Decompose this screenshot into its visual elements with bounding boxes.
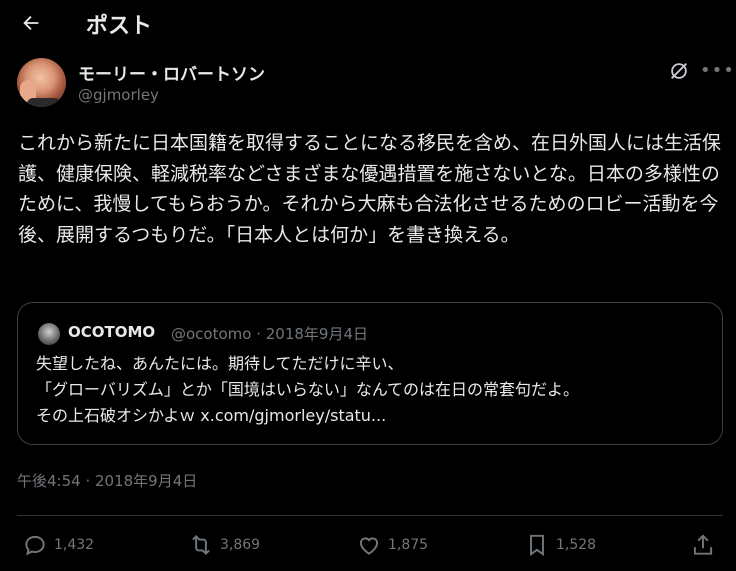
quote-line: 「グローバリズム」とか「国境はいらない」なんてのは在日の常套句だよ。 xyxy=(36,380,580,399)
bookmark-button[interactable]: 1,528 xyxy=(524,532,596,558)
quote-line: その上石破オシかよｗ x.com/gjmorley/statu... xyxy=(36,406,387,425)
author-name[interactable]: モーリー・ロバートソン xyxy=(78,60,265,85)
quoted-post[interactable]: OCOTOMO @ocotomo · 2018年9月4日 失望したね、あんたには… xyxy=(17,302,723,445)
like-icon xyxy=(359,537,379,555)
reply-count: 1,432 xyxy=(54,537,95,553)
like-count: 1,875 xyxy=(388,537,429,553)
share-button[interactable] xyxy=(690,532,722,558)
repost-button[interactable]: 3,869 xyxy=(188,532,260,558)
reply-icon xyxy=(25,535,45,556)
back-arrow-icon xyxy=(23,15,39,31)
reply-button[interactable]: 1,432 xyxy=(22,532,94,558)
repost-count: 3,869 xyxy=(220,537,261,553)
grok-button[interactable] xyxy=(668,60,690,82)
more-icon[interactable]: ••• xyxy=(700,58,734,84)
top-bar: ポスト xyxy=(0,0,736,46)
page-title: ポスト xyxy=(86,14,153,39)
quote-meta: @ocotomo · 2018年9月4日 xyxy=(171,325,369,343)
quote-text: 失望したね、あんたには。期待してただけに辛い、 「グローバリズム」とか「国境はい… xyxy=(36,351,706,429)
bookmark-icon xyxy=(530,534,544,557)
like-button[interactable]: 1,875 xyxy=(356,532,428,558)
quote-line: 失望したね、あんたには。期待してただけに辛い、 xyxy=(36,354,404,373)
author-handle[interactable]: @gjmorley xyxy=(78,86,159,104)
avatar[interactable] xyxy=(17,58,66,107)
post-text: これから新たに日本国籍を取得することになる移民を含め、在日外国人には生活保護、健… xyxy=(18,132,722,246)
divider xyxy=(17,515,723,516)
quote-avatar[interactable] xyxy=(38,323,60,345)
bookmark-count: 1,528 xyxy=(556,537,597,553)
quote-author-name: OCOTOMO xyxy=(68,323,156,341)
post-timestamp[interactable]: 午後4:54 · 2018年9月4日 xyxy=(17,470,197,491)
repost-icon xyxy=(192,534,210,556)
grok-icon xyxy=(671,63,687,79)
share-icon xyxy=(693,534,713,555)
back-button[interactable] xyxy=(14,6,48,40)
